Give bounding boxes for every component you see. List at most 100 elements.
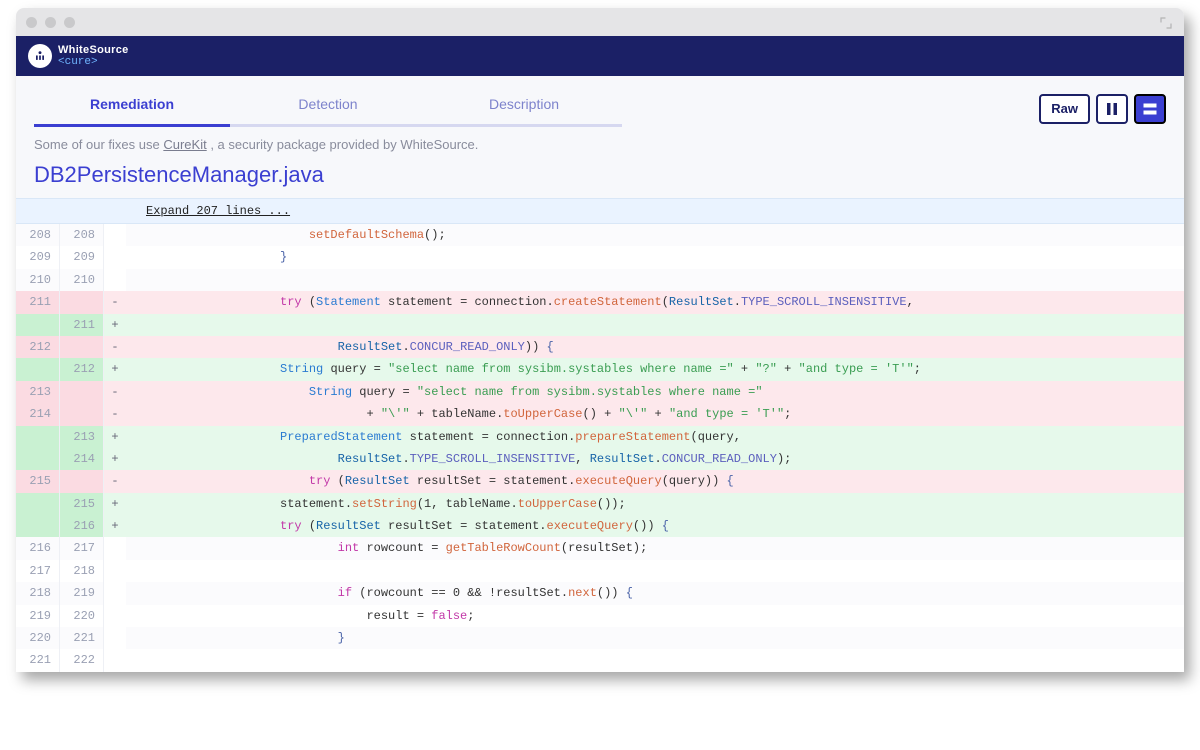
line-new: 214 xyxy=(60,448,104,470)
line-new: 212 xyxy=(60,358,104,380)
diff-marker: - xyxy=(104,291,126,313)
line-old xyxy=(16,426,60,448)
line-old: 221 xyxy=(16,649,60,671)
diff-marker: - xyxy=(104,336,126,358)
curekit-link[interactable]: CureKit xyxy=(163,137,206,152)
raw-button[interactable]: Raw xyxy=(1039,94,1090,124)
code-line xyxy=(126,560,1184,582)
diff-marker: + xyxy=(104,358,126,380)
line-new xyxy=(60,403,104,425)
diff-body: 208208 setDefaultSchema();209209 }210210… xyxy=(16,224,1184,672)
line-new: 213 xyxy=(60,426,104,448)
line-old: 212 xyxy=(16,336,60,358)
brand-logo: WhiteSource <cure> xyxy=(28,44,129,68)
line-old: 217 xyxy=(16,560,60,582)
raw-button-label: Raw xyxy=(1051,101,1078,116)
code-line: String query = "select name from sysibm.… xyxy=(126,358,1184,380)
content-area: Remediation Detection Description Raw So… xyxy=(16,76,1184,672)
code-line: ResultSet.CONCUR_READ_ONLY)) { xyxy=(126,336,1184,358)
line-old: 211 xyxy=(16,291,60,313)
fullscreen-icon[interactable] xyxy=(1160,16,1172,28)
expand-label: Expand 207 lines ... xyxy=(126,199,290,223)
diff-marker xyxy=(104,627,126,649)
tabs-row: Remediation Detection Description Raw xyxy=(16,76,1184,127)
line-old: 209 xyxy=(16,246,60,268)
unified-view-button[interactable] xyxy=(1134,94,1166,124)
code-line: try (Statement statement = connection.cr… xyxy=(126,291,1184,313)
line-old: 220 xyxy=(16,627,60,649)
tab-detection[interactable]: Detection xyxy=(230,90,426,127)
file-title: DB2PersistenceManager.java xyxy=(16,156,1184,198)
code-line: try (ResultSet resultSet = statement.exe… xyxy=(126,515,1184,537)
code-line xyxy=(126,649,1184,671)
diff-marker xyxy=(104,224,126,246)
brand-line2: <cure> xyxy=(58,56,129,68)
line-old xyxy=(16,493,60,515)
diff-marker xyxy=(104,582,126,604)
brand-text: WhiteSource <cure> xyxy=(58,44,129,68)
diff-row: 211 - try (Statement statement = connecti… xyxy=(16,291,1184,313)
diff-marker: - xyxy=(104,403,126,425)
code-line: if (rowcount == 0 && !resultSet.next()) … xyxy=(126,582,1184,604)
line-old: 215 xyxy=(16,470,60,492)
diff-marker xyxy=(104,246,126,268)
line-new xyxy=(60,470,104,492)
window-traffic-lights xyxy=(26,17,75,28)
diff-row: 213 - String query = "select name from sy… xyxy=(16,381,1184,403)
line-old xyxy=(16,448,60,470)
diff-marker: - xyxy=(104,381,126,403)
line-old: 219 xyxy=(16,605,60,627)
close-icon[interactable] xyxy=(26,17,37,28)
line-new: 221 xyxy=(60,627,104,649)
code-line xyxy=(126,314,1184,336)
code-line: statement.setString(1, tableName.toUpper… xyxy=(126,493,1184,515)
code-line: try (ResultSet resultSet = statement.exe… xyxy=(126,470,1184,492)
diff-row: 215+ statement.setString(1, tableName.to… xyxy=(16,493,1184,515)
line-old: 218 xyxy=(16,582,60,604)
diff-row: 212+ String query = "select name from sy… xyxy=(16,358,1184,380)
line-old: 210 xyxy=(16,269,60,291)
code-line: int rowcount = getTableRowCount(resultSe… xyxy=(126,537,1184,559)
maximize-icon[interactable] xyxy=(64,17,75,28)
code-line: ResultSet.TYPE_SCROLL_INSENSITIVE, Resul… xyxy=(126,448,1184,470)
line-new: 215 xyxy=(60,493,104,515)
line-old xyxy=(16,515,60,537)
diff-marker xyxy=(104,537,126,559)
line-new xyxy=(60,336,104,358)
diff-row: 221222 xyxy=(16,649,1184,671)
diff-row: 218219 if (rowcount == 0 && !resultSet.n… xyxy=(16,582,1184,604)
tab-description[interactable]: Description xyxy=(426,90,622,127)
diff-row: 217218 xyxy=(16,560,1184,582)
line-new: 217 xyxy=(60,537,104,559)
note-prefix: Some of our fixes use xyxy=(34,137,163,152)
view-controls: Raw xyxy=(1039,94,1166,124)
minimize-icon[interactable] xyxy=(45,17,56,28)
code-line: result = false; xyxy=(126,605,1184,627)
code-line: String query = "select name from sysibm.… xyxy=(126,381,1184,403)
line-old: 216 xyxy=(16,537,60,559)
expand-row[interactable]: Expand 207 lines ... xyxy=(16,198,1184,224)
line-new: 208 xyxy=(60,224,104,246)
split-view-button[interactable] xyxy=(1096,94,1128,124)
diff-row: 214+ ResultSet.TYPE_SCROLL_INSENSITIVE, … xyxy=(16,448,1184,470)
line-new: 210 xyxy=(60,269,104,291)
line-new xyxy=(60,291,104,313)
code-line: } xyxy=(126,246,1184,268)
line-new: 219 xyxy=(60,582,104,604)
app-window: WhiteSource <cure> Remediation Detection… xyxy=(16,8,1184,672)
line-old: 213 xyxy=(16,381,60,403)
line-new: 218 xyxy=(60,560,104,582)
line-new: 220 xyxy=(60,605,104,627)
diff-row: 220221 } xyxy=(16,627,1184,649)
diff-row: 214- + "\'" + tableName.toUpperCase() + … xyxy=(16,403,1184,425)
diff-row: 211+ xyxy=(16,314,1184,336)
tab-remediation[interactable]: Remediation xyxy=(34,90,230,127)
line-new: 209 xyxy=(60,246,104,268)
diff-marker: - xyxy=(104,470,126,492)
brand-line1: WhiteSource xyxy=(58,44,129,56)
line-old xyxy=(16,358,60,380)
diff-row: 210210 xyxy=(16,269,1184,291)
diff-marker: + xyxy=(104,448,126,470)
app-header: WhiteSource <cure> xyxy=(16,36,1184,76)
brand-logo-icon xyxy=(28,44,52,68)
